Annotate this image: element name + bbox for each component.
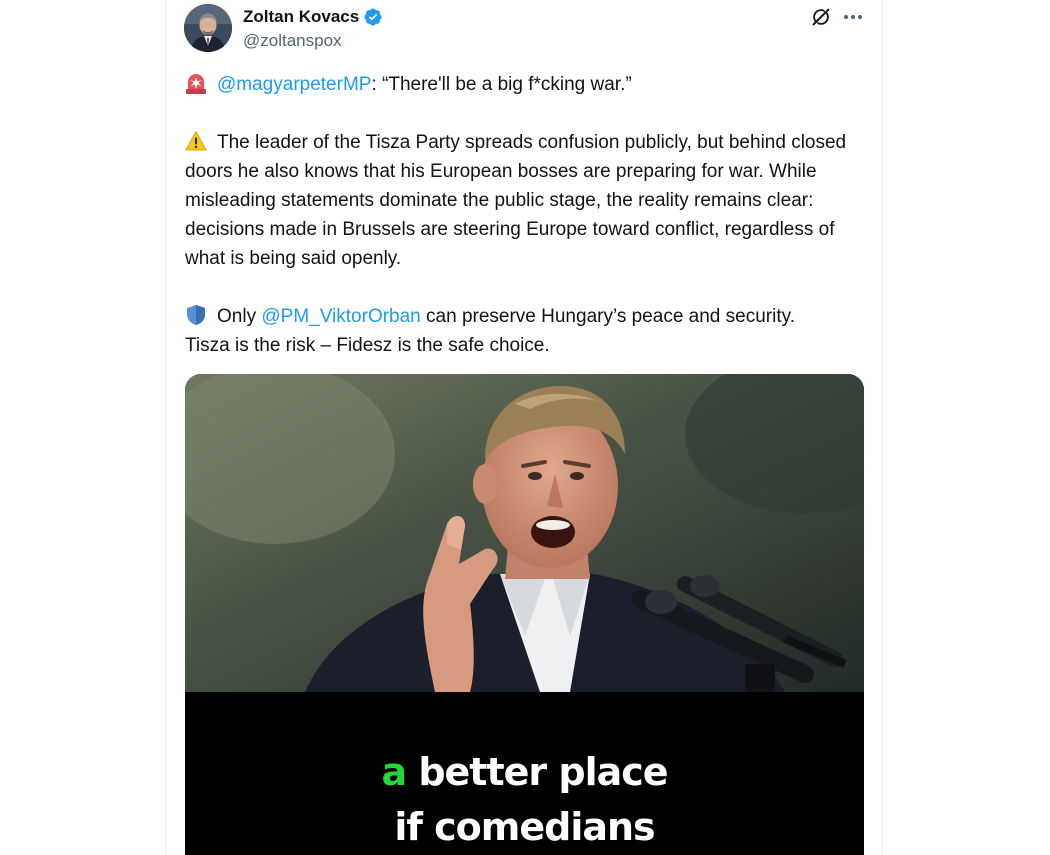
paragraph-2-text: The leader of the Tisza Party spreads co…	[185, 132, 847, 269]
caption-accent-word: a	[381, 750, 407, 794]
verified-badge-icon	[364, 8, 382, 26]
grok-icon[interactable]	[810, 6, 832, 28]
mention-magyarpetermp[interactable]: @magyarpeterMP	[217, 74, 371, 95]
page: Zoltan Kovacs @zoltanspox @magyarpeterMP…	[0, 0, 1050, 855]
media-caption: a better place if comedians	[185, 692, 864, 855]
tweet-paragraph-2: The leader of the Tisza Party spreads co…	[185, 128, 865, 273]
shield-emoji	[187, 305, 205, 325]
media-photo	[185, 374, 864, 692]
avatar-image	[184, 4, 232, 52]
paragraph-1-text: : “There'll be a big f*cking war.”	[371, 74, 632, 95]
tweet-paragraph-1: @magyarpeterMP: “There'll be a big f*cki…	[185, 70, 865, 99]
author-avatar[interactable]	[184, 4, 232, 52]
rotating-light-emoji	[186, 74, 206, 94]
caption-line-1-rest: better place	[418, 750, 668, 794]
tweet-text: @magyarpeterMP: “There'll be a big f*cki…	[185, 70, 865, 360]
tweet-media[interactable]: a better place if comedians	[185, 374, 864, 855]
tweet-paragraph-3: Only @PM_ViktorOrban can preserve Hungar…	[185, 302, 865, 360]
author-name[interactable]: Zoltan Kovacs	[243, 7, 359, 27]
warning-emoji	[185, 131, 207, 151]
paragraph-3-prefix: Only	[217, 306, 257, 327]
author-handle[interactable]: @zoltanspox	[243, 31, 342, 51]
tweet-card[interactable]: Zoltan Kovacs @zoltanspox @magyarpeterMP…	[165, 0, 883, 855]
more-options-icon[interactable]	[842, 7, 864, 27]
caption-line-1: a better place	[185, 750, 864, 794]
paragraph-3-line2: Tisza is the risk – Fidesz is the safe c…	[185, 335, 550, 356]
mention-pm-viktororban[interactable]: @PM_ViktorOrban	[261, 306, 420, 327]
paragraph-3-suffix: can preserve Hungary’s peace and securit…	[426, 306, 795, 327]
author-name-row[interactable]: Zoltan Kovacs	[243, 6, 383, 28]
caption-line-2: if comedians	[394, 805, 655, 849]
